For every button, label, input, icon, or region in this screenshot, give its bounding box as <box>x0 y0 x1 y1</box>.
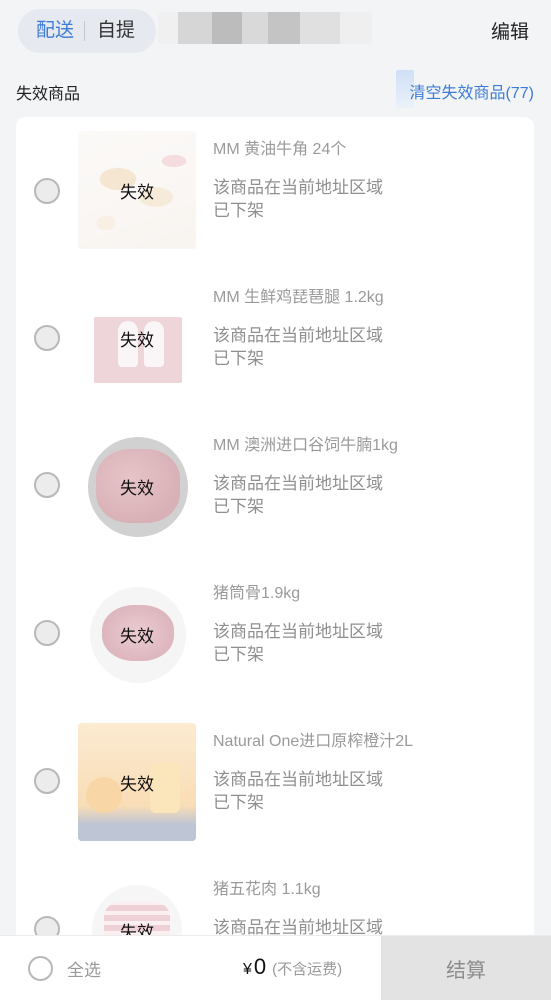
item-status-line2: 已下架 <box>213 497 264 516</box>
beef-brisket-plate-image: 失效 <box>78 427 196 545</box>
total-value: 0 <box>253 954 267 979</box>
item-checkbox[interactable] <box>34 620 60 646</box>
item-name: MM 黄油牛角 24个 <box>213 141 347 158</box>
item-name: MM 生鲜鸡琵琶腿 1.2kg <box>213 289 384 306</box>
item-name: 猪筒骨1.9kg <box>213 585 301 602</box>
item-name: 猪五花肉 1.1kg <box>213 881 321 898</box>
invalid-badge: 失效 <box>120 478 154 498</box>
edit-button[interactable]: 编辑 <box>491 17 529 44</box>
cart-page: 配送 自提 编辑 失效商品 清空失效商品(77) 失效 MM 黄油牛角 24个 … <box>0 0 551 1000</box>
invalid-badge: 失效 <box>120 330 154 350</box>
shipping-note: (不含运费) <box>272 961 343 978</box>
item-status-line1: 该商品在当前地址区域 <box>213 770 383 789</box>
checkout-bar: 全选 ¥ 0 (不含运费) 结算 <box>0 935 551 1000</box>
chicken-drumstick-package-image: 失效 <box>78 279 196 397</box>
item-checkbox[interactable] <box>34 768 60 794</box>
checkout-button[interactable]: 结算 <box>381 936 551 1000</box>
item-checkbox[interactable] <box>34 472 60 498</box>
invalid-badge: 失效 <box>120 774 154 794</box>
clear-invalid-items-link[interactable]: 清空失效商品(77) <box>410 79 534 103</box>
item-name: MM 澳洲进口谷饲牛腩1kg <box>213 437 398 454</box>
section-title: 失效商品 <box>16 86 81 103</box>
invalid-items-card: 失效 MM 黄油牛角 24个 该商品在当前地址区域 已下架 失效 MM 生鲜鸡琵… <box>16 117 534 1000</box>
list-item: 失效 MM 澳洲进口谷饲牛腩1kg 该商品在当前地址区域 已下架 <box>16 413 534 561</box>
select-all-label: 全选 <box>67 961 101 980</box>
header: 配送 自提 编辑 <box>0 0 551 66</box>
item-status-line1: 该商品在当前地址区域 <box>213 474 383 493</box>
address-blurred[interactable] <box>158 12 372 44</box>
pork-bone-plate-image: 失效 <box>78 575 196 693</box>
item-checkbox[interactable] <box>34 178 60 204</box>
mode-delivery-tab[interactable]: 配送 <box>18 9 84 53</box>
invalid-items-header: 失效商品 清空失效商品(77) <box>0 70 551 110</box>
item-status-line1: 该商品在当前地址区域 <box>213 178 383 197</box>
invalid-badge: 失效 <box>120 182 154 202</box>
item-checkbox[interactable] <box>34 325 60 351</box>
total-price: ¥ 0 (不含运费) <box>243 954 342 980</box>
select-all-checkbox[interactable] <box>28 956 53 981</box>
item-status-line2: 已下架 <box>213 349 264 368</box>
list-item: 失效 MM 黄油牛角 24个 该商品在当前地址区域 已下架 <box>16 117 534 265</box>
list-item: 失效 Natural One进口原榨橙汁2L 该商品在当前地址区域 已下架 <box>16 709 534 857</box>
list-item: 失效 猪筒骨1.9kg 该商品在当前地址区域 已下架 <box>16 561 534 709</box>
croissant-image: 失效 <box>78 131 196 249</box>
select-all-toggle[interactable]: 全选 <box>28 956 101 981</box>
item-status-line1: 该商品在当前地址区域 <box>213 622 383 641</box>
item-status-line1: 该商品在当前地址区域 <box>213 326 383 345</box>
list-item: 失效 MM 生鲜鸡琵琶腿 1.2kg 该商品在当前地址区域 已下架 <box>16 265 534 413</box>
item-status-line2: 已下架 <box>213 645 264 664</box>
invalid-badge: 失效 <box>120 626 154 646</box>
mode-pickup-tab[interactable]: 自提 <box>85 9 147 53</box>
item-status-line2: 已下架 <box>213 793 264 812</box>
delivery-mode-toggle: 配送 自提 <box>18 9 156 53</box>
item-name: Natural One进口原榨橙汁2L <box>213 733 414 750</box>
orange-juice-promo-image: 失效 <box>78 723 196 841</box>
currency-symbol: ¥ <box>243 961 252 978</box>
item-status-line2: 已下架 <box>213 201 264 220</box>
